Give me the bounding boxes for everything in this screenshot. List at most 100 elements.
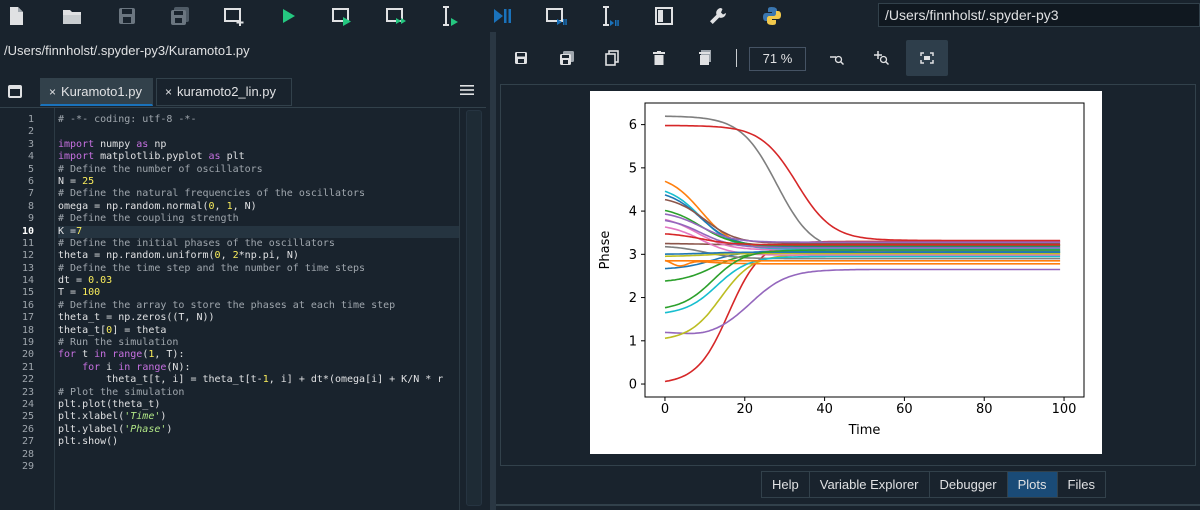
phase-line-chart: 0 20 40 60 80 100 0 1 2 3 4 5 6 Time Phase [598,102,1085,438]
line-number: 19 [21,337,34,349]
line-number: 12 [21,250,34,262]
x-tick-label: 80 [976,402,993,417]
code-line[interactable]: import numpy as np [58,139,459,151]
code-line[interactable]: # Define the coupling strength [58,213,459,225]
line-number: 4 [27,151,34,163]
code-line[interactable]: # Run the simulation [58,337,459,349]
new-cell-icon[interactable] [222,4,246,28]
line-number: 22 [21,374,34,386]
y-tick-label: 6 [629,118,637,133]
close-tab-icon[interactable]: × [165,85,172,99]
code-line[interactable]: N = 25 [58,176,459,188]
plots-pane: 71 % 0 20 40 60 80 100 0 1 2 3 4 5 6 Time Phase Help V… [496,32,1200,510]
open-folder-icon[interactable] [60,4,84,28]
code-line[interactable]: import matplotlib.pyplot as plt [58,151,459,163]
code-line[interactable] [58,126,459,138]
y-tick-label: 2 [629,291,637,306]
line-number: 9 [27,213,34,225]
code-line[interactable]: plt.ylabel('Phase') [58,424,459,436]
save-plot-icon[interactable] [511,48,531,68]
line-number: 7 [27,188,34,200]
fit-to-pane-button[interactable] [906,40,948,76]
run-icon[interactable] [276,4,300,28]
run-cell-advance-icon[interactable] [384,4,408,28]
save-icon[interactable] [115,4,139,28]
code-line[interactable] [58,449,459,461]
code-line[interactable]: plt.show() [58,436,459,448]
line-number: 2 [27,126,34,138]
code-area[interactable]: 1 2 3 4 5 6 7 8 9 10 11 12 13 14 15 16 17 18 19 20 21 22 23 24 2… [0,107,486,510]
line-number: 15 [21,287,34,299]
tab-variable-explorer[interactable]: Variable Explorer [808,471,930,498]
preferences-wrench-icon[interactable] [706,4,730,28]
y-axis-label: Phase [598,231,613,270]
code-editor[interactable]: # -*- coding: utf-8 -*- import numpy as n… [54,108,460,510]
code-line[interactable] [58,461,459,473]
editor-scroll-thumb[interactable] [466,110,482,506]
maximize-pane-icon[interactable] [652,4,676,28]
line-number: 10 [21,225,34,237]
fit-to-pane-icon [920,52,934,64]
debug-cell-icon[interactable] [544,4,568,28]
tab-help[interactable]: Help [761,471,810,498]
editor-scrollbar[interactable] [462,108,486,510]
code-line[interactable]: # Plot the simulation [58,387,459,399]
python-path-icon[interactable] [760,4,784,28]
code-line[interactable]: # Define the time step and the number of… [58,263,459,275]
code-line[interactable]: theta_t = np.zeros((T, N)) [58,312,459,324]
code-line[interactable]: theta = np.random.uniform(0, 2*np.pi, N) [58,250,459,262]
code-line[interactable]: # Define the number of oscillators [58,164,459,176]
remove-all-plots-icon[interactable] [695,48,715,68]
code-line[interactable]: omega = np.random.normal(0, 1, N) [58,201,459,213]
y-tick-label: 5 [629,161,637,176]
tab-plots[interactable]: Plots [1006,471,1058,498]
remove-plot-icon[interactable] [649,48,669,68]
zoom-in-icon[interactable] [871,48,891,68]
save-all-icon[interactable] [168,4,192,28]
close-tab-icon[interactable]: × [49,85,56,99]
line-number: 3 [27,138,34,150]
code-line[interactable]: # Define the natural frequencies of the … [58,188,459,200]
code-line[interactable]: # -*- coding: utf-8 -*- [58,114,459,126]
line-number: 25 [21,411,34,423]
code-line[interactable]: for t in range(1, T): [58,349,459,361]
tab-files[interactable]: Files [1056,471,1106,498]
series-line-20 [664,255,1061,314]
line-number: 13 [21,262,34,274]
tab-debugger[interactable]: Debugger [928,471,1008,498]
plot-viewport[interactable]: 0 20 40 60 80 100 0 1 2 3 4 5 6 Time Phase [500,84,1196,466]
line-number: 29 [21,460,34,472]
code-line[interactable]: plt.xlabel('Time') [58,411,459,423]
tab-kuramoto1[interactable]: × Kuramoto1.py [40,78,153,106]
run-selection-icon[interactable] [438,4,462,28]
hamburger-menu-icon[interactable] [460,84,474,96]
code-line[interactable]: for i in range(N): [58,362,459,374]
zoom-level-field[interactable]: 71 % [749,47,806,71]
new-file-icon[interactable] [4,4,28,28]
tab-kuramoto2-lin[interactable]: × kuramoto2_lin.py [156,78,292,106]
copy-plot-icon[interactable] [602,48,622,68]
code-line[interactable]: T = 100 [58,287,459,299]
line-number-gutter: 1 2 3 4 5 6 7 8 9 10 11 12 13 14 15 16 17 18 19 20 21 22 23 24 2… [0,114,34,473]
debug-icon[interactable] [490,4,514,28]
x-tick-label: 100 [1052,402,1077,417]
line-number: 5 [27,163,34,175]
zoom-out-icon[interactable] [826,48,846,68]
save-all-plots-icon[interactable] [557,48,577,68]
code-line[interactable]: # Define the array to store the phases a… [58,300,459,312]
code-line[interactable]: theta_t[t, i] = theta_t[t-1, i] + dt*(om… [58,374,459,386]
run-cell-icon[interactable] [330,4,354,28]
line-number: 23 [21,386,34,398]
code-line[interactable]: plt.plot(theta_t) [58,399,459,411]
code-line[interactable]: # Define the initial phases of the oscil… [58,238,459,250]
tab-label: Kuramoto1.py [61,84,142,99]
line-number: 21 [21,361,34,373]
x-tick-label: 40 [816,402,833,417]
code-line[interactable]: theta_t[0] = theta [58,325,459,337]
editor-file-path: /Users/finnholst/.spyder-py3/Kuramoto1.p… [4,43,250,58]
working-directory-combo[interactable]: /Users/finnholst/.spyder-py3 [878,3,1200,27]
debug-selection-icon[interactable] [598,4,622,28]
browse-tabs-icon[interactable] [8,85,22,98]
code-line[interactable]: dt = 0.03 [58,275,459,287]
code-line[interactable]: K =7 [58,225,459,238]
